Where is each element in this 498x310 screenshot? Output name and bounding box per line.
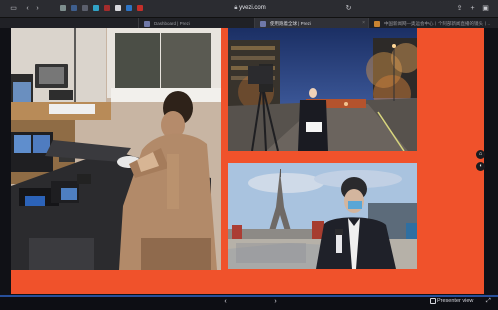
tab-bar: Dashboard | Prezi 使用跑着全球 | Prezi × 中国新闻网… bbox=[0, 17, 498, 29]
back-icon[interactable]: ‹ bbox=[24, 5, 31, 12]
favorite-icon[interactable] bbox=[115, 5, 121, 11]
presenter-view-button[interactable]: Presenter view bbox=[437, 298, 473, 305]
presentation-bottom-bar bbox=[0, 295, 498, 310]
previous-step-icon[interactable]: ‹ bbox=[222, 298, 229, 305]
studio-scene bbox=[11, 28, 221, 270]
address-text: yvezi.com bbox=[239, 5, 266, 11]
favorite-icon[interactable] bbox=[93, 5, 99, 11]
tabs-overview-icon[interactable]: ▣ bbox=[482, 5, 489, 12]
news-tab-icon bbox=[374, 21, 380, 27]
favorite-icon[interactable] bbox=[82, 5, 88, 11]
next-step-icon[interactable]: › bbox=[272, 298, 279, 305]
favorite-icon[interactable] bbox=[126, 5, 132, 11]
zoom-icon[interactable]: ◖ bbox=[476, 162, 485, 171]
favorite-icon[interactable] bbox=[71, 5, 77, 11]
forward-icon[interactable]: › bbox=[34, 5, 41, 12]
champs-elysees-photo bbox=[228, 28, 417, 151]
favorite-icon[interactable] bbox=[104, 5, 110, 11]
tab-label: Dashboard | Prezi bbox=[154, 21, 190, 26]
fullscreen-icon[interactable]: ⤢ bbox=[486, 298, 491, 305]
presenter-view-icon[interactable] bbox=[430, 298, 436, 304]
sidebar-icon[interactable]: ▭ bbox=[10, 5, 17, 12]
share-icon[interactable]: ⇪ bbox=[456, 5, 463, 12]
browser-window: ▭ ‹ › 🔒︎ yvezi.com ↻ ⇪ + ▣ Dashboard | P… bbox=[0, 0, 498, 310]
studio-photo bbox=[11, 28, 221, 270]
eiffel-scene bbox=[228, 163, 417, 269]
tab-label: 使用跑着全球 | Prezi bbox=[270, 21, 311, 26]
slide[interactable] bbox=[11, 28, 484, 294]
prezi-tab-icon bbox=[144, 21, 150, 27]
address-bar[interactable]: 🔒︎ yvezi.com bbox=[200, 3, 300, 14]
eiffel-tower-photo bbox=[228, 163, 417, 269]
favorite-icon[interactable] bbox=[137, 5, 143, 11]
presentation-progress-line bbox=[0, 295, 498, 297]
home-icon[interactable]: ⌂ bbox=[476, 150, 485, 159]
browser-toolbar: ▭ ‹ › 🔒︎ yvezi.com ↻ ⇪ + ▣ bbox=[0, 0, 498, 17]
reload-icon[interactable]: ↻ bbox=[345, 5, 352, 12]
favorite-icon[interactable] bbox=[60, 5, 66, 11]
prezi-tab-icon bbox=[260, 21, 266, 27]
night-street-scene bbox=[228, 28, 417, 151]
new-tab-icon[interactable]: + bbox=[469, 5, 476, 12]
tab-label: 中国新闻网—奥运会中心丨个阿部新闻直播的镜头丨.. bbox=[384, 21, 490, 26]
